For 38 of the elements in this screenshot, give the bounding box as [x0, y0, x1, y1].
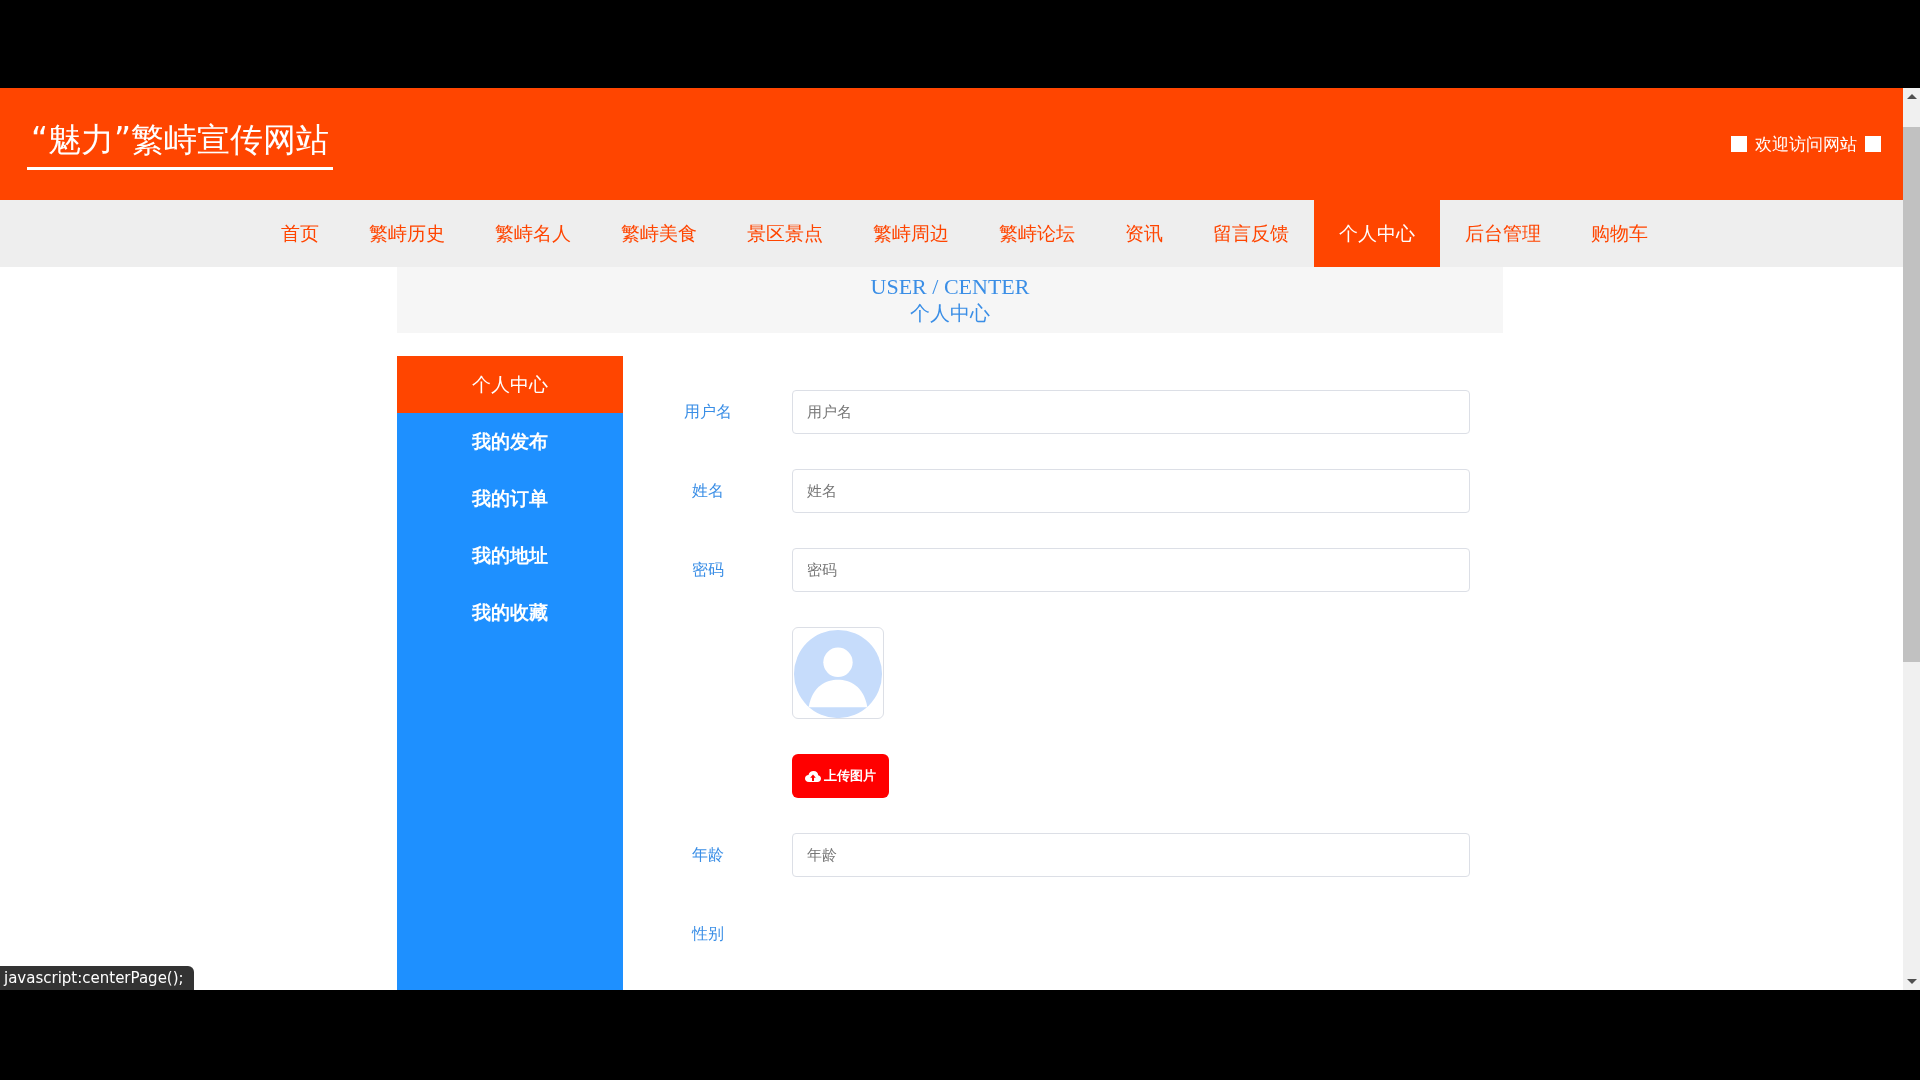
scrollbar-thumb[interactable]: [1903, 127, 1920, 662]
input-field[interactable]: 用户名: [792, 390, 1470, 434]
field-label: 用户名: [684, 401, 732, 423]
nav-link[interactable]: 景区景点: [721, 200, 848, 267]
nav-link[interactable]: 资讯: [1099, 200, 1188, 267]
field-label: 性别: [692, 923, 724, 945]
welcome-text: 欢迎访问网站: [1755, 132, 1857, 156]
square-icon: [1731, 136, 1747, 152]
sidebar-item[interactable]: 我的发布: [397, 413, 623, 470]
nav-link[interactable]: 留言反馈: [1187, 200, 1314, 267]
sidebar-item[interactable]: 我的收藏: [397, 584, 623, 641]
nav-link[interactable]: 繁峙名人: [469, 200, 596, 267]
banner-title: USER / CENTER: [870, 273, 1030, 300]
upload-button[interactable]: 上传图片: [792, 754, 889, 798]
nav-link[interactable]: 繁峙历史: [343, 200, 470, 267]
nav-link[interactable]: 首页: [255, 200, 344, 267]
status-tooltip: javascript:centerPage();: [0, 966, 194, 990]
nav-link[interactable]: 购物车: [1565, 200, 1673, 267]
sidebar-item[interactable]: 我的订单: [397, 470, 623, 527]
field-label: 密码: [692, 559, 724, 581]
sidebar-item[interactable]: 个人中心: [397, 356, 623, 413]
field-label: 年龄: [692, 844, 724, 866]
scroll-down-icon[interactable]: [1906, 979, 1917, 984]
scroll-up-icon[interactable]: [1906, 94, 1917, 99]
nav-link[interactable]: 后台管理: [1439, 200, 1566, 267]
sidebar-item[interactable]: 我的地址: [397, 527, 623, 584]
site-title[interactable]: “魅力”繁峙宣传网站: [27, 118, 334, 170]
nav-link[interactable]: 个人中心: [1313, 200, 1440, 267]
input-field[interactable]: 姓名: [792, 469, 1470, 513]
banner-subtitle: 个人中心: [910, 299, 990, 327]
input-field[interactable]: 年龄: [792, 833, 1470, 877]
input-field[interactable]: 密码: [792, 548, 1470, 592]
nav-link[interactable]: 繁峙美食: [595, 200, 722, 267]
field-label: 姓名: [692, 480, 724, 502]
nav-link[interactable]: 繁峙论坛: [973, 200, 1100, 267]
cloud-upload-icon: [805, 769, 821, 783]
nav-link[interactable]: 繁峙周边: [847, 200, 974, 267]
square-icon: [1865, 136, 1881, 152]
